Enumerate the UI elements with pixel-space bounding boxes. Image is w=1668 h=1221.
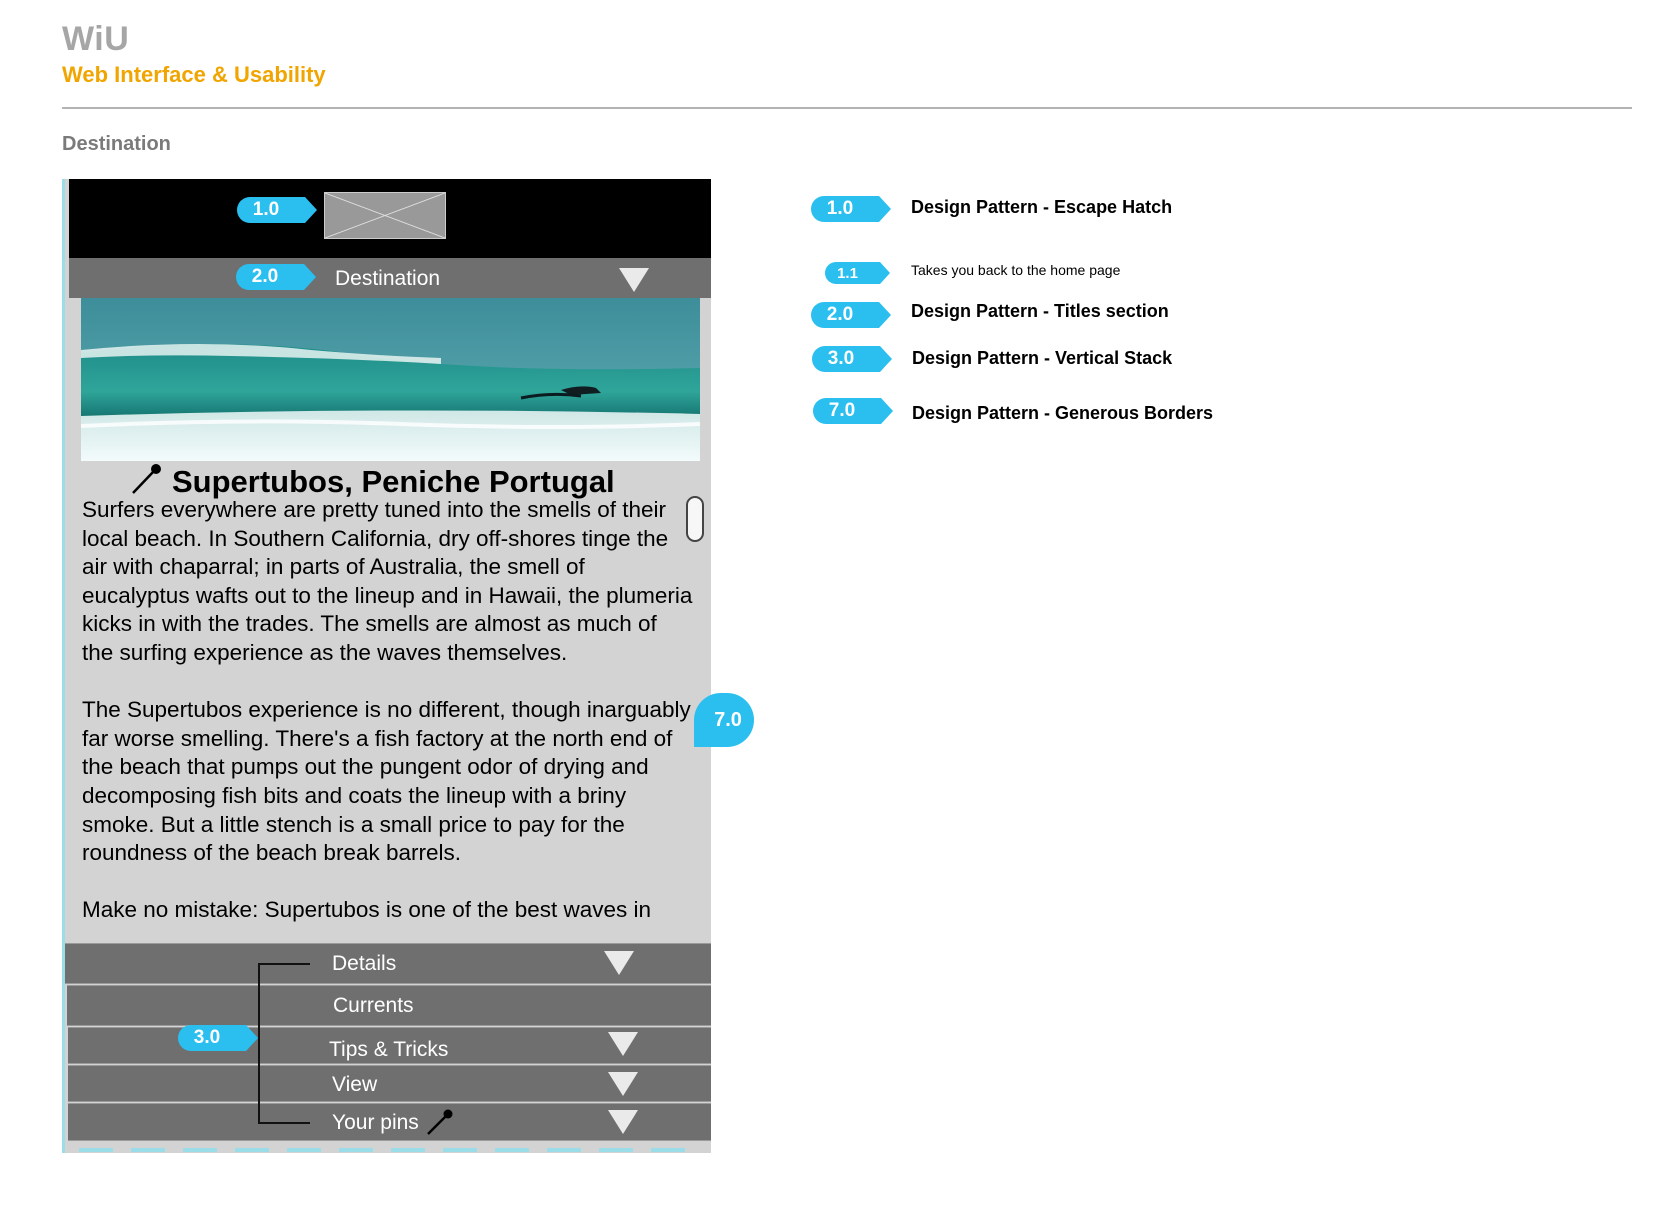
legend-badge: 7.0 bbox=[813, 398, 893, 424]
accordion-row-tips-tricks[interactable]: Tips & Tricks bbox=[68, 1027, 711, 1064]
brand-title: WiU bbox=[62, 20, 130, 58]
mobile-mockup: Destination Supertubos, Peniche Portugal… bbox=[62, 179, 711, 1153]
accordion-label: Your pins bbox=[332, 1111, 419, 1134]
image-placeholder-icon[interactable] bbox=[324, 192, 446, 239]
article-title: Supertubos, Peniche Portugal bbox=[172, 464, 615, 499]
callout-bubble-7-0: 7.0 bbox=[694, 693, 754, 747]
accordion-label: Details bbox=[332, 952, 397, 975]
legend-text: Design Pattern - Vertical Stack bbox=[912, 348, 1173, 368]
accordion-label: Currents bbox=[333, 994, 414, 1017]
pin-icon bbox=[427, 1109, 453, 1135]
callout-badge-1-0: 1.0 bbox=[237, 197, 317, 223]
page-indicator bbox=[79, 1148, 699, 1152]
accordion-label: View bbox=[332, 1073, 378, 1096]
article-paragraph: Surfers everywhere are pretty tuned into… bbox=[82, 497, 693, 665]
accordion-label: Tips & Tricks bbox=[329, 1038, 449, 1061]
hero-image bbox=[81, 298, 700, 461]
callout-badge-2-0: 2.0 bbox=[236, 264, 316, 290]
legend-text: Design Pattern - Escape Hatch bbox=[911, 197, 1173, 217]
dropdown-arrow-icon[interactable] bbox=[619, 268, 649, 292]
legend-badge: 3.0 bbox=[812, 346, 892, 372]
legend-badge: 1.1 bbox=[825, 262, 890, 284]
accordion-row-details[interactable]: Details bbox=[65, 943, 711, 984]
dropdown-arrow-icon[interactable] bbox=[608, 1072, 638, 1096]
page-heading: Destination bbox=[62, 133, 171, 155]
brand-subtitle: Web Interface & Usability bbox=[62, 62, 326, 87]
legend-badge: 2.0 bbox=[811, 302, 891, 328]
accordion-row-your-pins[interactable]: Your pins bbox=[68, 1103, 711, 1141]
legend-note: Takes you back to the home page bbox=[911, 262, 1121, 278]
callout-badge-3-0: 3.0 bbox=[178, 1025, 258, 1051]
dropdown-arrow-icon[interactable] bbox=[608, 1032, 638, 1056]
accordion-row-currents[interactable]: Currents bbox=[67, 985, 711, 1026]
dropdown-arrow-icon[interactable] bbox=[608, 1110, 638, 1134]
article-paragraph: The Supertubos experience is no differen… bbox=[82, 697, 691, 866]
dropdown-arrow-icon[interactable] bbox=[604, 951, 634, 975]
mockup-header bbox=[69, 179, 711, 258]
legend-text: Design Pattern - Titles section bbox=[911, 301, 1169, 321]
scrollbar-thumb[interactable] bbox=[686, 496, 704, 542]
stack-bracket-bottom bbox=[258, 1122, 310, 1124]
article-paragraph: Make no mistake: Supertubos is one of th… bbox=[82, 897, 652, 923]
legend-badge: 1.0 bbox=[811, 196, 891, 222]
accordion-row-view[interactable]: View bbox=[68, 1065, 711, 1102]
legend-text: Design Pattern - Generous Borders bbox=[912, 403, 1214, 423]
stack-bracket-top bbox=[258, 963, 310, 965]
title-bar[interactable]: Destination bbox=[69, 258, 711, 298]
pin-icon bbox=[132, 464, 161, 494]
header-divider bbox=[62, 107, 1632, 109]
title-bar-label: Destination bbox=[335, 267, 441, 290]
stack-bracket bbox=[258, 963, 260, 1123]
